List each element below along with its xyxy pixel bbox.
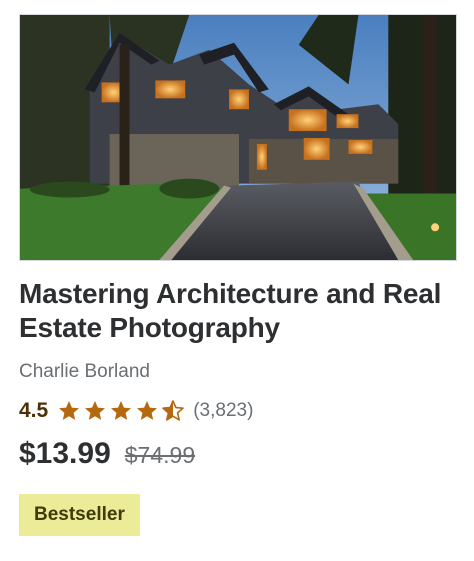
star-full-icon xyxy=(83,399,107,423)
star-full-icon xyxy=(57,399,81,423)
price-row: $13.99 $74.99 xyxy=(19,437,195,471)
course-card[interactable]: Mastering Architecture and Real Estate P… xyxy=(0,0,474,561)
course-thumbnail[interactable] xyxy=(19,14,457,261)
bestseller-badge: Bestseller xyxy=(19,494,140,536)
house-photo-image xyxy=(20,15,456,260)
star-half-icon xyxy=(161,399,185,423)
instructor-name: Charlie Borland xyxy=(19,361,150,382)
current-price: $13.99 xyxy=(19,437,111,470)
star-full-icon xyxy=(135,399,159,423)
rating-value: 4.5 xyxy=(19,399,49,422)
original-price: $74.99 xyxy=(124,442,196,468)
course-title[interactable]: Mastering Architecture and Real Estate P… xyxy=(19,277,459,345)
star-rating xyxy=(57,399,185,423)
rating-count: (3,823) xyxy=(193,400,254,421)
rating-row: 4.5 (3,823) xyxy=(19,396,253,426)
star-full-icon xyxy=(109,399,133,423)
